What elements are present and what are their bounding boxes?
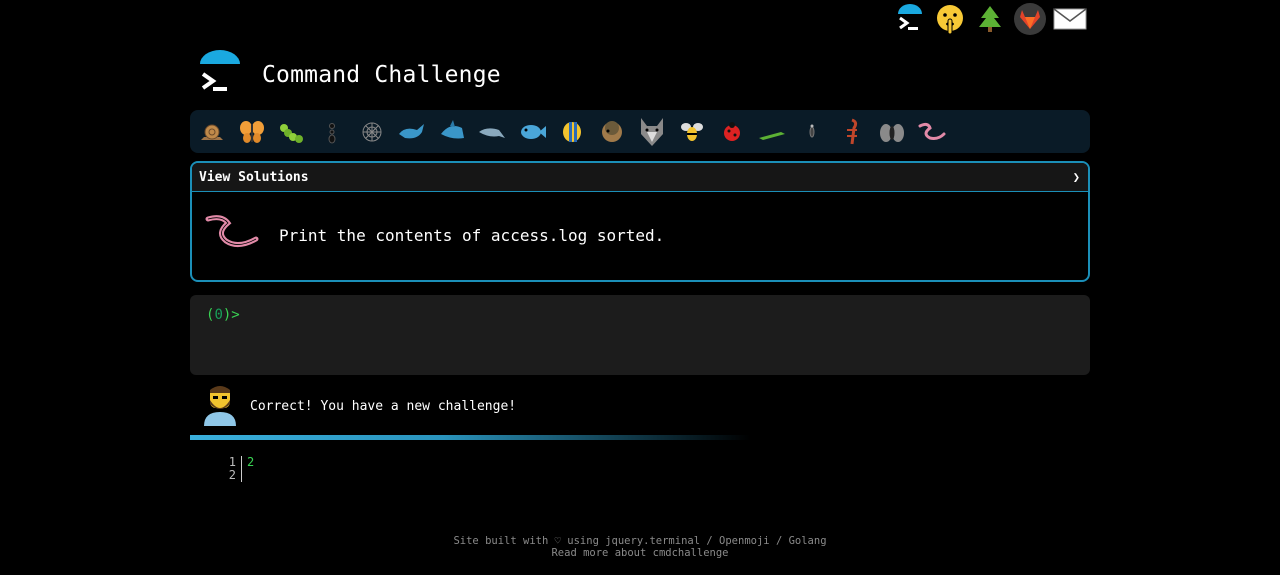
golang-link[interactable]: Golang xyxy=(789,535,827,547)
bee-icon[interactable] xyxy=(672,112,712,152)
heart-icon: ♡ xyxy=(554,535,561,547)
bearded-person-icon xyxy=(200,382,240,430)
feedback-message: Correct! You have a new challenge! xyxy=(200,384,516,428)
worm-icon xyxy=(204,213,259,257)
blowfish-icon[interactable] xyxy=(592,112,632,152)
wolf-icon[interactable] xyxy=(632,112,672,152)
jquery-terminal-link[interactable]: jquery.terminal xyxy=(605,535,700,547)
challenge-panel: View Solutions ❯ Print the contents of a… xyxy=(190,161,1090,282)
header: Command Challenge xyxy=(195,45,501,105)
butterfly-icon[interactable] xyxy=(232,112,272,152)
challenge-description: Print the contents of access.log sorted. xyxy=(279,225,665,245)
footer-line-1: Site built with ♡ using jquery.terminal … xyxy=(453,535,827,547)
terminal-input[interactable]: (0)> xyxy=(190,295,1090,375)
mosquito-icon[interactable] xyxy=(792,112,832,152)
page-title: Command Challenge xyxy=(262,62,501,88)
logo-terminal-icon xyxy=(195,50,245,100)
challenge-task: Print the contents of access.log sorted. xyxy=(192,192,1088,278)
whale-icon[interactable] xyxy=(392,112,432,152)
openmoji-link[interactable]: Openmoji xyxy=(719,535,770,547)
shushing-face-icon[interactable] xyxy=(930,0,970,38)
top-icon-bar xyxy=(890,0,1090,38)
line-number: 2 xyxy=(228,468,236,482)
feedback-text: Correct! You have a new challenge! xyxy=(250,398,517,414)
line-numbers: 1 2 xyxy=(222,456,242,482)
challenge-icons-bar xyxy=(190,110,1090,153)
caterpillar-icon[interactable] xyxy=(272,112,312,152)
output-lines: 2 xyxy=(242,456,254,482)
dolphin-icon[interactable] xyxy=(472,112,512,152)
command-output: 1 2 2 xyxy=(222,456,254,482)
scorpion-icon[interactable] xyxy=(832,112,872,152)
snail-icon[interactable] xyxy=(192,112,232,152)
footer: Site built with ♡ using jquery.terminal … xyxy=(0,535,1280,559)
terminal-icon[interactable] xyxy=(890,0,930,38)
evergreen-tree-icon[interactable] xyxy=(970,0,1010,38)
view-solutions-toggle[interactable]: View Solutions ❯ xyxy=(192,163,1088,192)
ant-icon[interactable] xyxy=(312,112,352,152)
tropical-fish-icon[interactable] xyxy=(552,112,592,152)
shark-icon[interactable] xyxy=(432,112,472,152)
gitlab-icon[interactable] xyxy=(1010,0,1050,38)
cricket-icon[interactable] xyxy=(752,112,792,152)
worm-icon[interactable] xyxy=(912,112,952,152)
chevron-right-icon: ❯ xyxy=(1072,170,1080,184)
fish-icon[interactable] xyxy=(512,112,552,152)
spider-web-icon[interactable] xyxy=(352,112,392,152)
terminal-prompt: (0)> xyxy=(206,307,240,323)
read-more-link[interactable]: Read more about cmdchallenge xyxy=(551,547,728,559)
progress-bar xyxy=(190,435,750,440)
fly-icon[interactable] xyxy=(872,112,912,152)
ladybug-icon[interactable] xyxy=(712,112,752,152)
envelope-icon[interactable] xyxy=(1050,0,1090,38)
view-solutions-label: View Solutions xyxy=(199,169,309,185)
